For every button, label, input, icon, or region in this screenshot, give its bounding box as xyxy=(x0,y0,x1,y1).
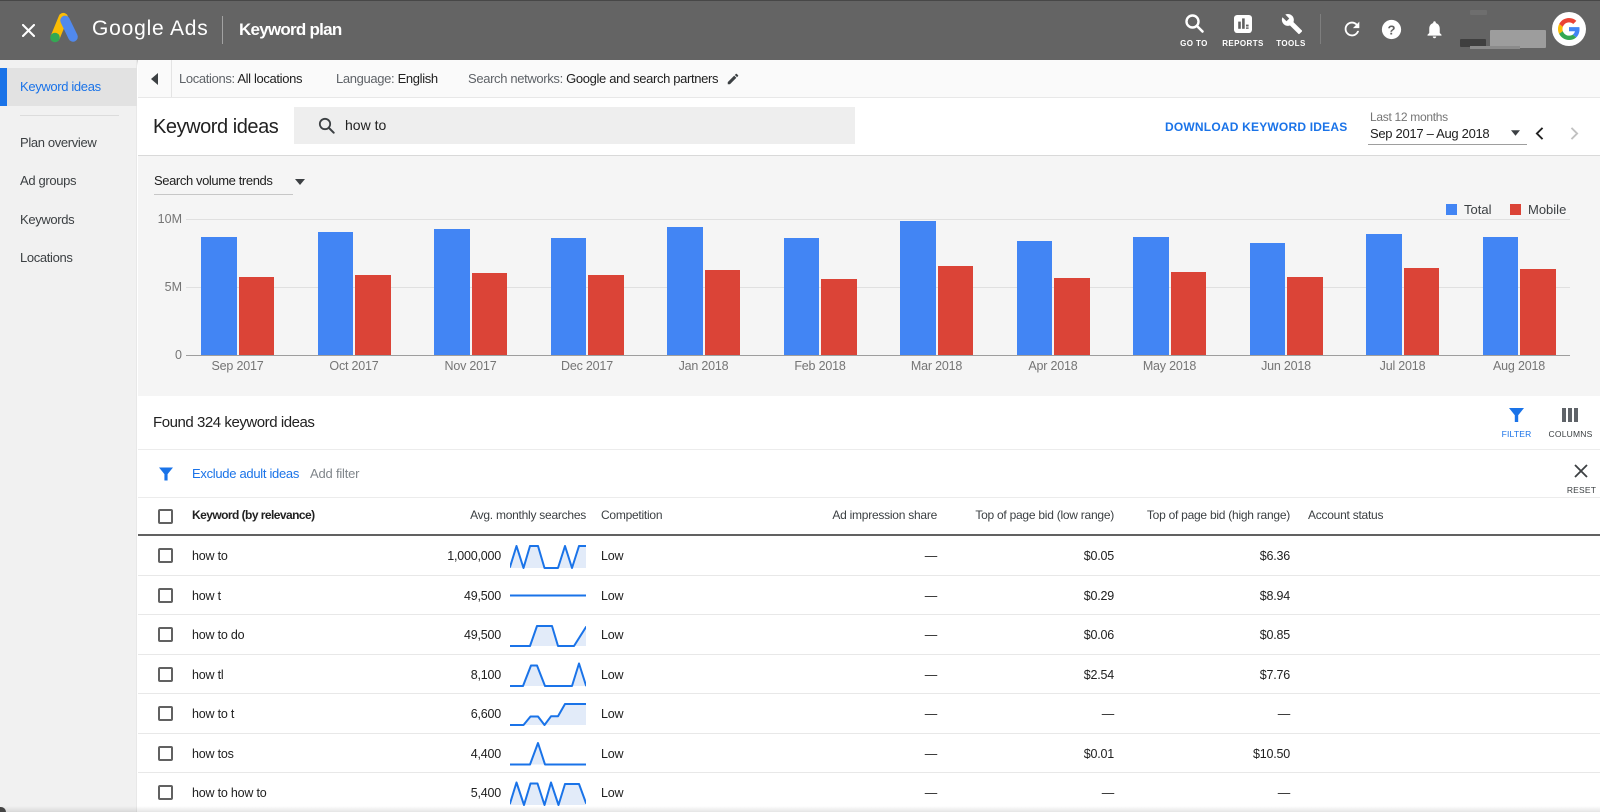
svg-text:?: ? xyxy=(1387,22,1395,37)
